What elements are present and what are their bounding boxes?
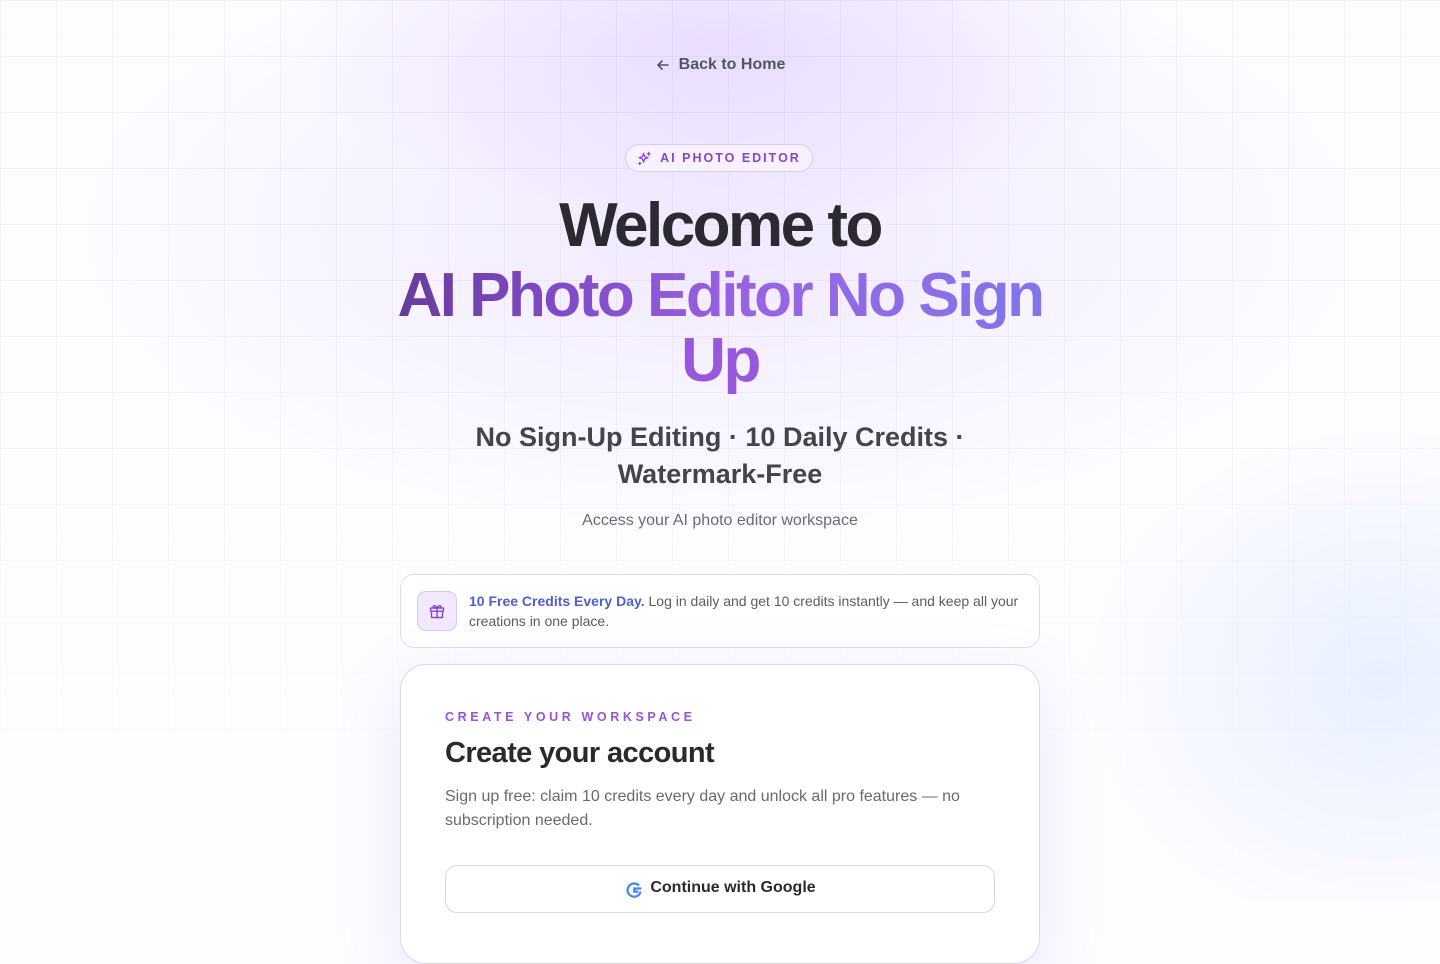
daily-credits-banner: 10 Free Credits Every Day. Log in daily … (400, 574, 1040, 648)
badge-label: AI PHOTO EDITOR (660, 151, 801, 165)
back-to-home-label: Back to Home (678, 56, 786, 73)
sparkles-icon (637, 151, 652, 166)
hero-subtitle: No Sign-Up Editing · 10 Daily Credits · … (475, 422, 965, 489)
continue-with-google-button[interactable]: Continue with Google (445, 865, 995, 913)
hero-title-line-2: AI Photo Editor No Sign (0, 262, 1440, 330)
google-button-label: Continue with Google (650, 879, 816, 896)
credits-banner-text: 10 Free Credits Every Day. Log in daily … (469, 591, 1023, 631)
gift-icon (417, 591, 457, 631)
arrow-left-icon (655, 57, 671, 73)
signup-title: Create your account (445, 737, 715, 769)
google-logo-icon (624, 879, 644, 900)
back-to-home-link[interactable]: Back to Home (0, 56, 1440, 74)
signup-description: Sign up free: claim 10 credits every day… (445, 788, 960, 829)
signup-card: CREATE YOUR WORKSPACE Create your accoun… (400, 664, 1040, 964)
hero-title-line-3: Up (681, 326, 761, 395)
hero-title-line-1: Welcome to (559, 191, 883, 260)
signup-eyebrow: CREATE YOUR WORKSPACE (445, 710, 696, 724)
hero-tagline: Access your AI photo editor workspace (582, 512, 858, 529)
credits-banner-highlight: 10 Free Credits Every Day. (469, 593, 645, 609)
product-badge: AI PHOTO EDITOR (625, 144, 813, 172)
